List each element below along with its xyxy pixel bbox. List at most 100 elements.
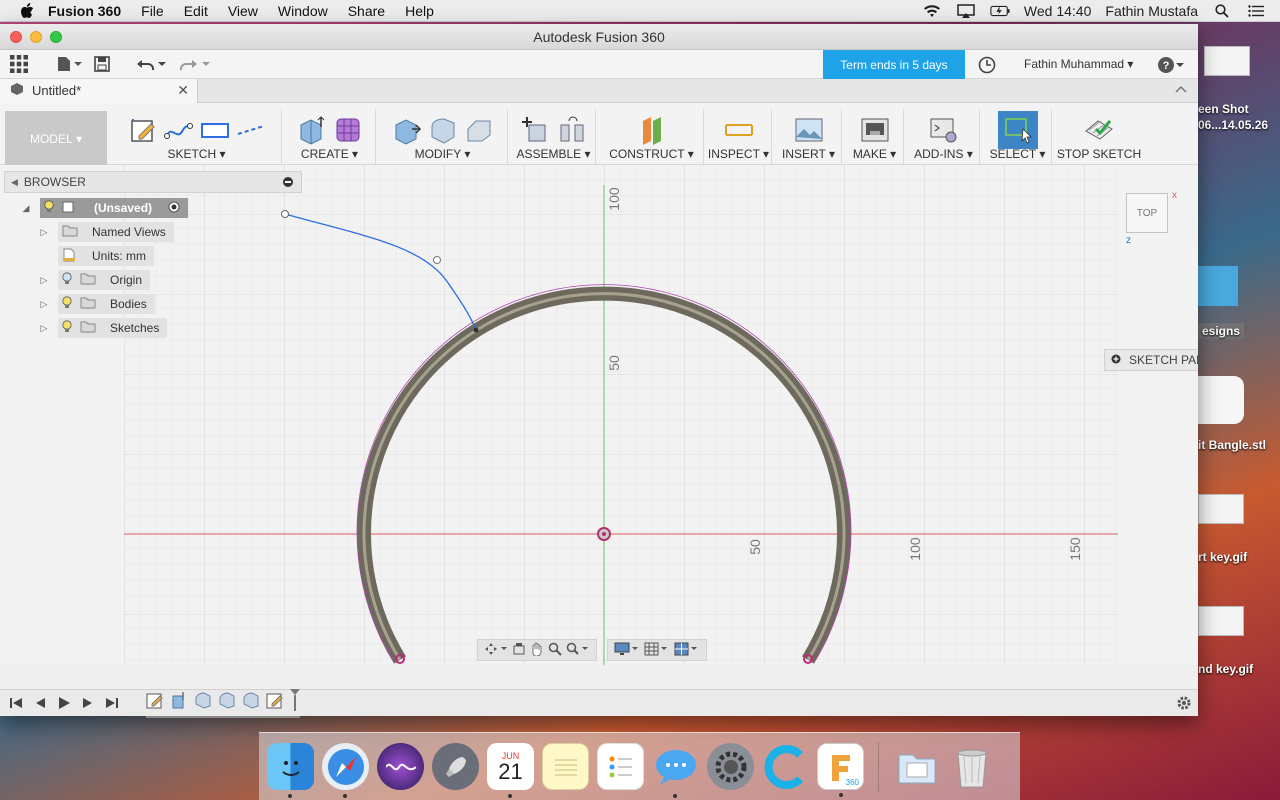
battery-icon[interactable]	[990, 3, 1010, 19]
trash-icon[interactable]	[948, 743, 995, 790]
menu-app[interactable]: Fusion 360	[48, 3, 121, 19]
insert-image-icon[interactable]	[794, 115, 824, 145]
desktop-label[interactable]: een Shot	[1198, 102, 1249, 116]
toolbar-group-inspect[interactable]: INSPECT ▾	[706, 109, 772, 165]
toolbar-group-sketch[interactable]: SKETCH ▾	[112, 109, 282, 165]
redo-icon[interactable]	[174, 50, 218, 79]
desktop-thumbnail[interactable]	[1198, 376, 1244, 424]
viewports-icon[interactable]	[674, 642, 700, 659]
rectangle-icon[interactable]	[200, 115, 230, 145]
messages-icon[interactable]	[652, 743, 699, 798]
browser-node-bodies[interactable]: ▷ Bodies	[38, 294, 155, 314]
document-tab[interactable]: Untitled* ✕	[0, 78, 198, 103]
step-back-icon[interactable]	[28, 691, 52, 715]
chrome-c-icon[interactable]	[762, 743, 809, 790]
orbit-icon[interactable]	[484, 642, 508, 659]
close-tab-icon[interactable]: ✕	[177, 82, 189, 99]
toolbar-group-create[interactable]: CREATE ▾	[284, 109, 376, 165]
job-status-clock-icon[interactable]	[978, 56, 996, 77]
desktop-thumbnail[interactable]	[1198, 266, 1238, 306]
downloads-folder-icon[interactable]	[893, 743, 940, 790]
wifi-icon[interactable]	[922, 3, 942, 19]
menubar-user[interactable]: Fathin Mustafa	[1105, 3, 1198, 19]
desktop-label[interactable]: esigns	[1198, 323, 1245, 339]
stop-sketch-icon[interactable]	[1084, 115, 1114, 145]
desktop-thumbnail[interactable]	[1198, 606, 1244, 636]
fusion-360-icon[interactable]: 360	[817, 743, 864, 797]
zoom-icon[interactable]	[548, 642, 562, 659]
browser-node-sketches[interactable]: ▷ Sketches	[38, 318, 168, 338]
timeline-extrude-icon[interactable]	[170, 691, 188, 712]
expand-triangle-icon[interactable]: ◢	[20, 203, 32, 214]
browser-minimize-icon[interactable]	[283, 177, 293, 187]
minimize-window-button[interactable]	[30, 31, 42, 43]
step-forward-icon[interactable]	[76, 691, 100, 715]
user-account-menu[interactable]: Fathin Muhammad ▾	[1024, 57, 1133, 71]
menu-file[interactable]: File	[141, 3, 164, 19]
visibility-bulb-icon[interactable]	[62, 271, 72, 289]
fit-zoom-icon[interactable]	[566, 642, 590, 659]
expand-plus-icon[interactable]	[1111, 353, 1121, 367]
desktop-label[interactable]: it Bangle.stl	[1198, 438, 1266, 452]
timeline-fillet-icon[interactable]	[194, 691, 212, 712]
new-component-icon[interactable]	[521, 115, 551, 145]
help-icon[interactable]: ?	[1157, 56, 1185, 77]
expand-triangle-icon[interactable]: ▷	[38, 299, 50, 310]
toolbar-group-insert[interactable]: INSERT ▾	[776, 109, 842, 165]
safari-icon[interactable]	[322, 743, 369, 798]
term-notice[interactable]: Term ends in 5 days	[823, 50, 965, 79]
desktop-thumbnail[interactable]	[1204, 46, 1250, 76]
timeline-sketch-icon[interactable]	[266, 691, 284, 712]
notes-icon[interactable]	[542, 743, 589, 790]
workspace-switcher[interactable]: MODEL ▾	[5, 111, 107, 167]
sketch-palette-header[interactable]: SKETCH PALETTE	[1104, 349, 1198, 371]
menu-edit[interactable]: Edit	[184, 3, 208, 19]
browser-panel-header[interactable]: ◀ BROWSER	[4, 171, 302, 193]
finder-icon[interactable]	[267, 743, 314, 798]
display-settings-icon[interactable]	[614, 642, 640, 659]
fillet-icon[interactable]	[428, 115, 458, 145]
close-window-button[interactable]	[10, 31, 22, 43]
pan-hand-icon[interactable]	[530, 642, 544, 659]
desktop-thumbnail[interactable]	[1198, 494, 1244, 524]
select-icon[interactable]	[997, 111, 1038, 149]
file-menu-icon[interactable]	[50, 50, 88, 79]
reminders-icon[interactable]	[597, 743, 644, 790]
desktop-label[interactable]: rt key.gif	[1198, 550, 1247, 564]
view-cube[interactable]: TOP	[1126, 193, 1168, 233]
toolbar-group-modify[interactable]: MODIFY ▾	[378, 109, 508, 165]
data-panel-grid-icon[interactable]	[0, 50, 34, 79]
go-to-end-icon[interactable]	[100, 691, 124, 715]
look-at-icon[interactable]	[512, 642, 526, 659]
launchpad-icon[interactable]	[432, 743, 479, 790]
browser-node-named-views[interactable]: ▷ Named Views	[38, 222, 174, 242]
sketch-viewport[interactable]: 100 50 50 100 150 x z	[0, 165, 1198, 665]
menubar-clock[interactable]: Wed 14:40	[1024, 3, 1091, 19]
offset-plane-icon[interactable]	[637, 115, 667, 145]
create-sketch-icon[interactable]	[128, 115, 158, 145]
press-pull-icon[interactable]	[392, 115, 422, 145]
toolbar-group-add-ins[interactable]: ADD-INS ▾	[908, 109, 980, 165]
timeline-marker-icon[interactable]	[290, 688, 300, 714]
play-icon[interactable]	[52, 691, 76, 715]
save-icon[interactable]	[88, 50, 116, 79]
airplay-icon[interactable]	[956, 3, 976, 19]
spotlight-icon[interactable]	[1212, 3, 1232, 19]
joint-icon[interactable]	[557, 115, 587, 145]
visibility-bulb-icon[interactable]	[44, 199, 54, 217]
browser-node-units[interactable]: Units: mm	[38, 246, 154, 266]
toolbar-group-select[interactable]: SELECT ▾	[984, 109, 1052, 165]
grid-settings-icon[interactable]	[644, 642, 670, 659]
toolbar-group-make[interactable]: MAKE ▾	[846, 109, 904, 165]
expand-triangle-icon[interactable]: ▷	[38, 227, 50, 238]
menu-share[interactable]: Share	[348, 3, 385, 19]
toolbar-group-assemble[interactable]: ASSEMBLE ▾	[512, 109, 596, 165]
expand-triangle-icon[interactable]: ▷	[38, 275, 50, 286]
extrude-icon[interactable]	[297, 115, 327, 145]
notification-center-icon[interactable]	[1246, 3, 1266, 19]
create-form-icon[interactable]	[333, 115, 363, 145]
menu-window[interactable]: Window	[278, 3, 328, 19]
zoom-window-button[interactable]	[50, 31, 62, 43]
apple-icon[interactable]	[20, 2, 36, 19]
timeline-sketch-icon[interactable]	[146, 691, 164, 712]
